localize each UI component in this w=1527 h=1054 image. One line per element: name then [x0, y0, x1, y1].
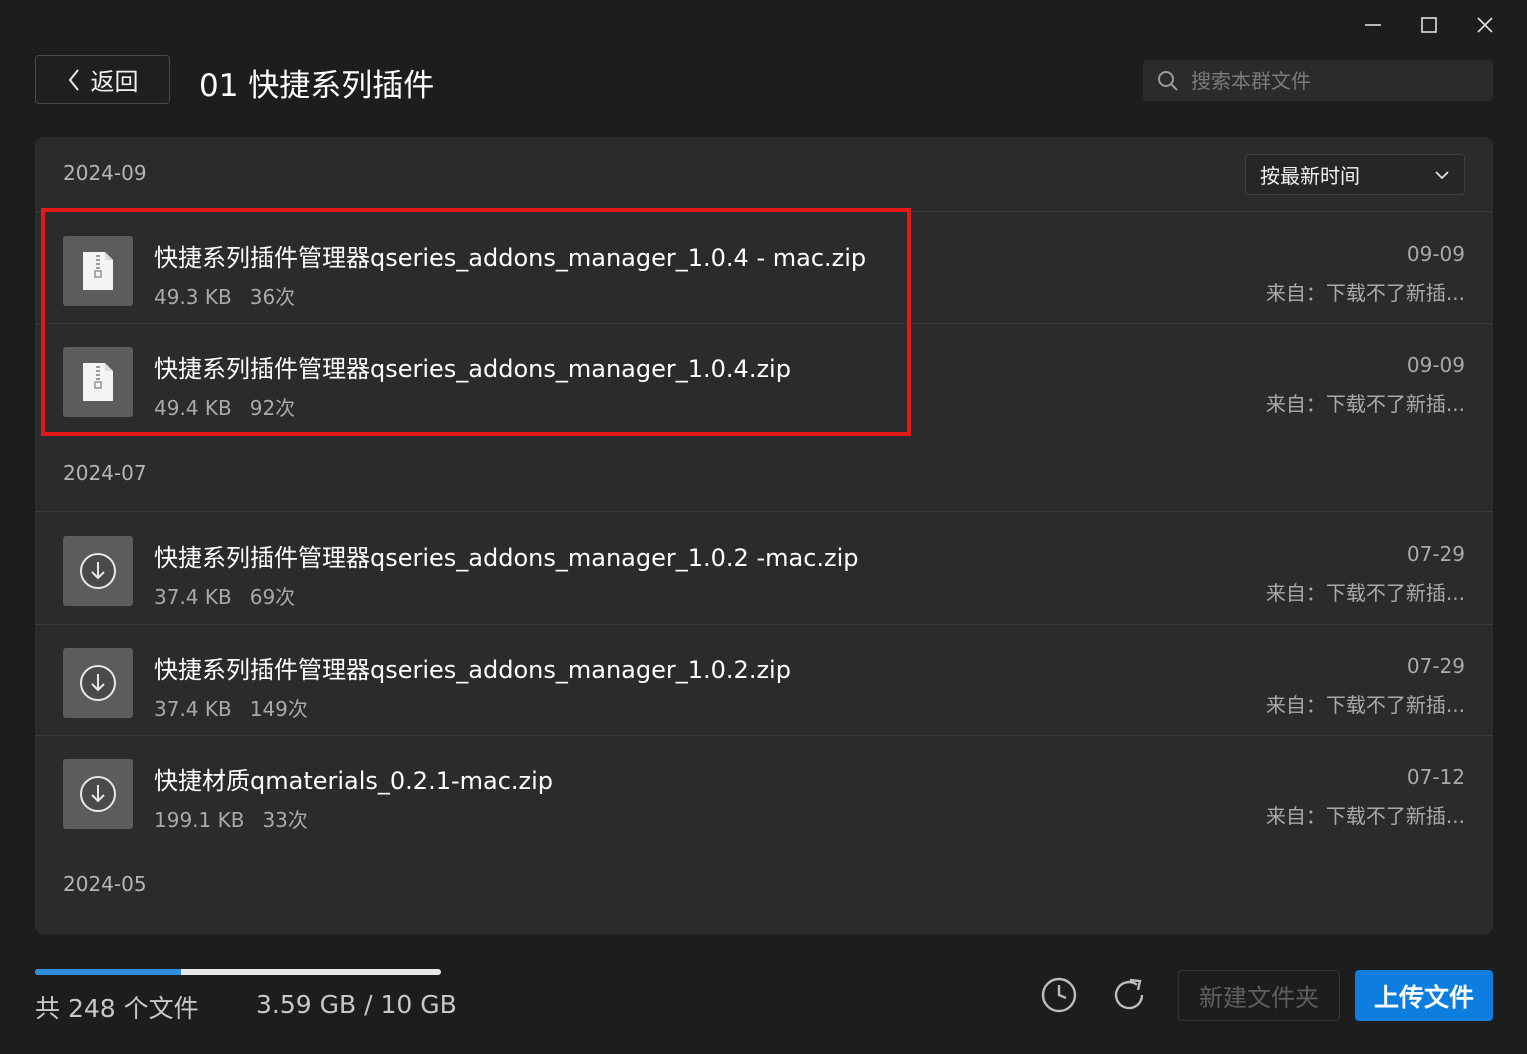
file-size: 37.4 KB: [154, 697, 232, 721]
file-row[interactable]: 快捷系列插件管理器qseries_addons_manager_1.0.4.zi…: [35, 323, 1493, 434]
sort-dropdown-value: 按最新时间: [1260, 164, 1360, 188]
download-pending-icon: [63, 759, 133, 829]
file-source: 来自：下载不了新插...: [1265, 281, 1465, 305]
file-date: 07-12: [1406, 765, 1465, 789]
file-row[interactable]: 快捷系列插件管理器qseries_addons_manager_1.0.2.zi…: [35, 624, 1493, 735]
chevron-left-icon: [68, 68, 79, 91]
file-meta: 49.3 KB 36次: [154, 281, 295, 310]
chevron-down-icon: [1435, 170, 1449, 179]
refresh-icon: [1114, 978, 1144, 1010]
clock-icon: [1041, 977, 1077, 1013]
file-date: 09-09: [1406, 242, 1465, 266]
file-size: 199.1 KB: [154, 808, 245, 832]
download-pending-icon: [63, 536, 133, 606]
file-date: 07-29: [1406, 542, 1465, 566]
upload-file-button[interactable]: 上传文件: [1355, 970, 1493, 1021]
file-meta: 199.1 KB 33次: [154, 804, 308, 833]
file-name: 快捷系列插件管理器qseries_addons_manager_1.0.4.zi…: [154, 355, 791, 383]
file-source: 来自：下载不了新插...: [1265, 693, 1465, 717]
maximize-icon: [1421, 17, 1437, 33]
file-name: 快捷系列插件管理器qseries_addons_manager_1.0.2.zi…: [154, 656, 791, 684]
close-icon: [1477, 17, 1493, 33]
file-size: 37.4 KB: [154, 585, 232, 609]
search-input[interactable]: [1189, 67, 1473, 94]
maximize-button[interactable]: [1401, 10, 1457, 40]
download-count: 33次: [262, 808, 308, 832]
download-count: 149次: [249, 697, 308, 721]
download-count: 69次: [249, 585, 296, 609]
window-controls: [1345, 10, 1513, 40]
storage-progress-bar: [35, 969, 441, 975]
file-meta: 49.4 KB 92次: [154, 392, 295, 421]
download-count: 92次: [249, 396, 296, 420]
file-date: 09-09: [1406, 353, 1465, 377]
new-folder-button[interactable]: 新建文件夹: [1178, 970, 1340, 1021]
file-source: 来自：下载不了新插...: [1265, 581, 1465, 605]
minimize-button[interactable]: [1345, 10, 1401, 40]
close-button[interactable]: [1457, 10, 1513, 40]
file-name: 快捷系列插件管理器qseries_addons_manager_1.0.2 -m…: [154, 544, 859, 572]
download-count: 36次: [249, 285, 296, 309]
search-box[interactable]: [1143, 60, 1493, 101]
file-list-panel: 2024-09 按最新时间 快捷系列插件管理器qseries_addons_ma…: [35, 137, 1493, 934]
download-pending-icon: [63, 648, 133, 718]
file-source: 来自：下载不了新插...: [1265, 392, 1465, 416]
file-source: 来自：下载不了新插...: [1265, 804, 1465, 828]
history-button[interactable]: [1039, 975, 1079, 1015]
file-date: 07-29: [1406, 654, 1465, 678]
page-title: 01 快捷系列插件: [199, 68, 435, 104]
group-header-2024-09: 2024-09: [63, 161, 147, 185]
back-button-label: 返回: [90, 68, 139, 96]
file-row[interactable]: 快捷材质qmaterials_0.2.1-mac.zip 199.1 KB 33次…: [35, 735, 1493, 846]
group-header-2024-07: 2024-07: [63, 461, 147, 485]
storage-usage: 3.59 GB / 10 GB: [256, 990, 457, 1019]
minimize-icon: [1365, 24, 1381, 26]
file-size: 49.3 KB: [154, 285, 232, 309]
sort-dropdown[interactable]: 按最新时间: [1245, 154, 1465, 195]
file-meta: 37.4 KB 69次: [154, 581, 295, 610]
zip-file-icon: [63, 347, 133, 417]
refresh-button[interactable]: [1109, 975, 1149, 1015]
zip-file-icon: [63, 236, 133, 306]
file-size: 49.4 KB: [154, 396, 232, 420]
file-count: 共 248 个文件: [35, 994, 199, 1023]
storage-progress-fill: [35, 969, 181, 975]
file-name: 快捷系列插件管理器qseries_addons_manager_1.0.4 - …: [154, 244, 867, 272]
back-button[interactable]: 返回: [35, 55, 170, 104]
search-icon: [1158, 70, 1178, 91]
file-row[interactable]: 快捷系列插件管理器qseries_addons_manager_1.0.2 -m…: [35, 512, 1493, 623]
group-header-2024-05: 2024-05: [63, 872, 147, 896]
file-meta: 37.4 KB 149次: [154, 693, 308, 722]
file-name: 快捷材质qmaterials_0.2.1-mac.zip: [154, 767, 554, 795]
file-row[interactable]: 快捷系列插件管理器qseries_addons_manager_1.0.4 - …: [35, 212, 1493, 323]
